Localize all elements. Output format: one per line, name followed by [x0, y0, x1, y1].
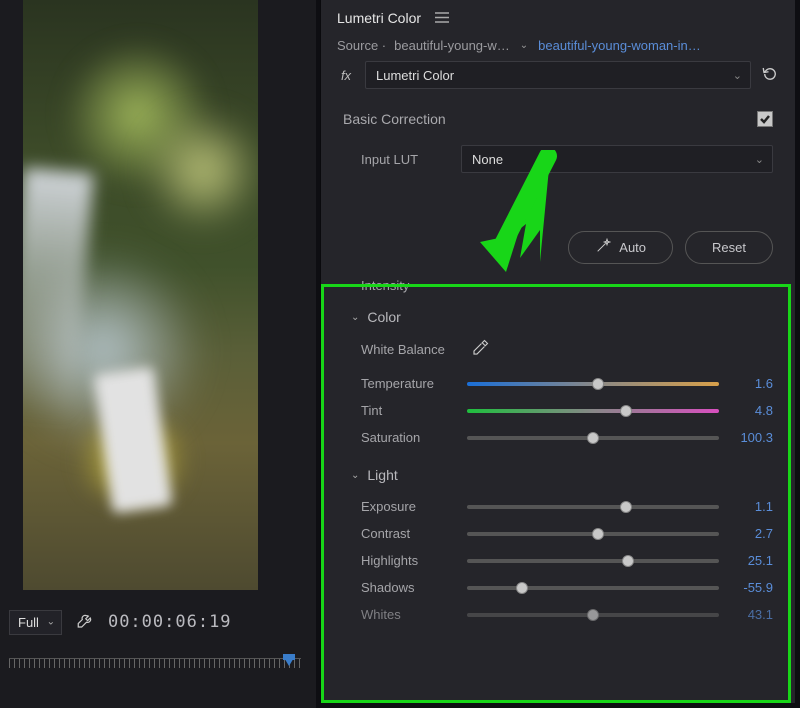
- temperature-label: Temperature: [361, 376, 457, 391]
- temperature-slider[interactable]: [467, 382, 719, 386]
- exposure-value[interactable]: 1.1: [729, 499, 773, 514]
- intensity-slider[interactable]: [445, 285, 773, 287]
- contrast-label: Contrast: [361, 526, 457, 541]
- auto-label: Auto: [619, 240, 646, 255]
- color-subsection: ⌄ Color White Balance Temperature 1.6 Ti…: [321, 297, 795, 455]
- shadows-slider[interactable]: [467, 586, 719, 590]
- contrast-slider[interactable]: [467, 532, 719, 536]
- program-monitor-pane: Full ⌄ 00:00:06:19: [0, 0, 316, 708]
- light-header-label: Light: [367, 467, 397, 483]
- reset-effect-icon[interactable]: [761, 65, 779, 86]
- panel-title: Lumetri Color: [337, 10, 421, 26]
- resolution-dropdown[interactable]: Full ⌄: [9, 610, 62, 635]
- shadows-label: Shadows: [361, 580, 457, 595]
- light-subsection: ⌄ Light Exposure 1.1 Contrast 2.7 Highli…: [321, 455, 795, 632]
- intensity-label: Intensity: [361, 278, 431, 293]
- highlights-slider[interactable]: [467, 559, 719, 563]
- source-prefix: Source ·: [337, 38, 386, 53]
- playhead-icon[interactable]: [283, 656, 295, 666]
- input-lut-value: None: [472, 152, 503, 167]
- color-header-label: Color: [367, 309, 400, 325]
- reset-button[interactable]: Reset: [685, 231, 773, 264]
- saturation-slider[interactable]: [467, 436, 719, 440]
- basic-correction-checkbox[interactable]: [757, 111, 773, 127]
- input-lut-label: Input LUT: [361, 152, 451, 167]
- monitor-bottom-bar: Full ⌄ 00:00:06:19: [9, 596, 301, 648]
- settings-wrench-icon[interactable]: [76, 612, 94, 633]
- white-balance-label: White Balance: [361, 342, 457, 357]
- light-section-toggle[interactable]: ⌄ Light: [351, 467, 773, 483]
- saturation-value[interactable]: 100.3: [729, 430, 773, 445]
- temperature-value[interactable]: 1.6: [729, 376, 773, 391]
- eyedropper-icon[interactable]: [471, 339, 489, 360]
- source-name[interactable]: beautiful-young-w…: [394, 38, 510, 53]
- whites-label: Whites: [361, 607, 457, 622]
- resolution-label: Full: [18, 615, 39, 630]
- auto-button[interactable]: Auto: [568, 231, 673, 264]
- highlights-label: Highlights: [361, 553, 457, 568]
- effect-name: Lumetri Color: [376, 68, 454, 83]
- whites-slider[interactable]: [467, 613, 719, 617]
- input-lut-dropdown[interactable]: None ⌄: [461, 145, 773, 173]
- timeline-ruler[interactable]: [9, 658, 301, 678]
- saturation-label: Saturation: [361, 430, 457, 445]
- tint-slider[interactable]: [467, 409, 719, 413]
- clip-link[interactable]: beautiful-young-woman-in…: [538, 38, 701, 53]
- timecode-display[interactable]: 00:00:06:19: [108, 612, 232, 632]
- shadows-value[interactable]: -55.9: [729, 580, 773, 595]
- panel-menu-icon[interactable]: [435, 10, 449, 26]
- source-row: Source · beautiful-young-w… ⌄ beautiful-…: [321, 34, 795, 61]
- exposure-slider[interactable]: [467, 505, 719, 509]
- reset-label: Reset: [712, 240, 746, 255]
- tint-value[interactable]: 4.8: [729, 403, 773, 418]
- contrast-value[interactable]: 2.7: [729, 526, 773, 541]
- highlights-value[interactable]: 25.1: [729, 553, 773, 568]
- chevron-down-icon: ⌄: [351, 312, 359, 323]
- basic-correction-header[interactable]: Basic Correction: [343, 111, 446, 127]
- chevron-down-icon: ⌄: [351, 470, 359, 481]
- lumetri-color-panel: Lumetri Color Source · beautiful-young-w…: [320, 0, 795, 703]
- whites-value[interactable]: 43.1: [729, 607, 773, 622]
- color-section-toggle[interactable]: ⌄ Color: [351, 309, 773, 325]
- chevron-down-icon: ⌄: [47, 617, 55, 628]
- chevron-down-icon: ⌄: [733, 69, 742, 82]
- magic-wand-icon: [595, 238, 611, 257]
- fx-badge-icon[interactable]: fx: [337, 68, 355, 83]
- video-preview[interactable]: [23, 0, 258, 590]
- tint-label: Tint: [361, 403, 457, 418]
- chevron-down-icon[interactable]: ⌄: [520, 40, 528, 51]
- effect-dropdown[interactable]: Lumetri Color ⌄: [365, 61, 751, 89]
- chevron-down-icon: ⌄: [755, 153, 764, 166]
- exposure-label: Exposure: [361, 499, 457, 514]
